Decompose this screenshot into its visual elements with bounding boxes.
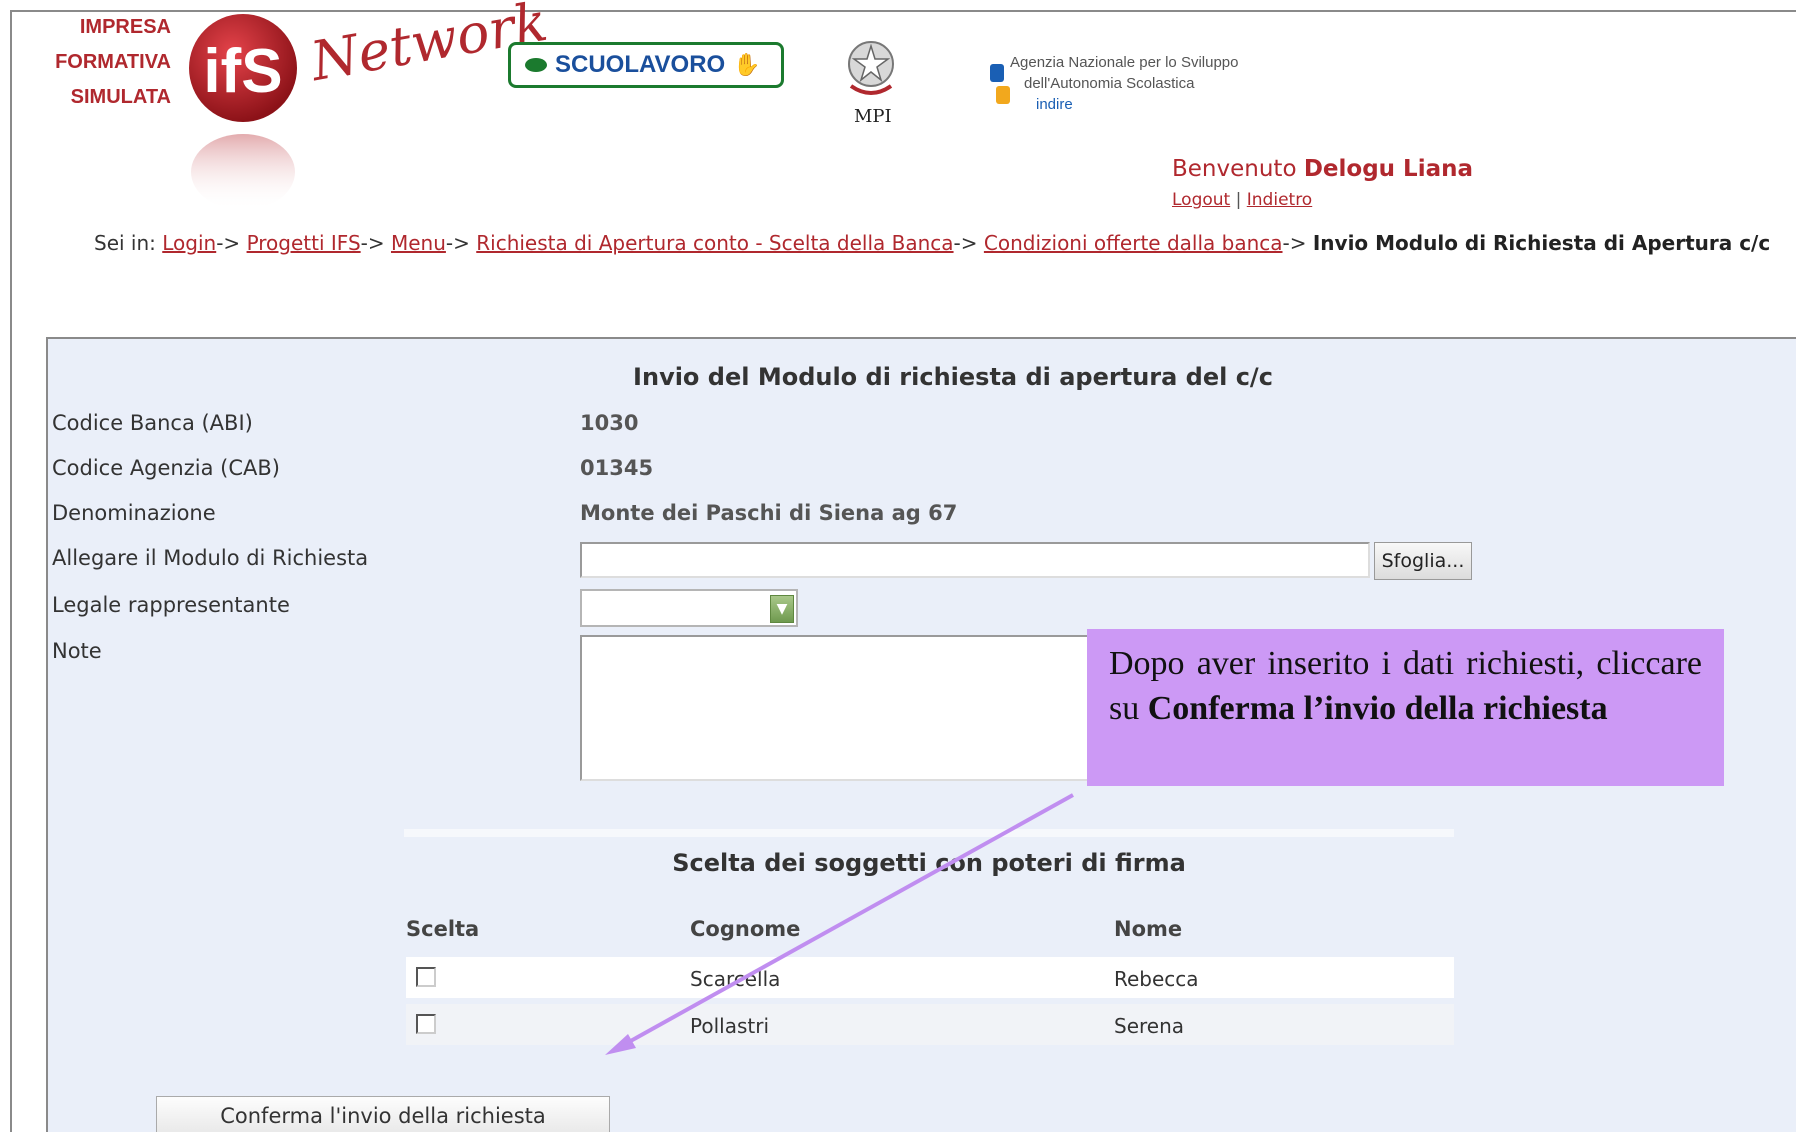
abi-value: 1030 (580, 411, 639, 435)
ifs-line: SIMULATA (70, 86, 171, 108)
indire-line: dell'Autonomia Scolastica (1024, 75, 1195, 92)
confirm-button[interactable]: Conferma l'invio della richiesta (156, 1096, 610, 1132)
ifs-logo-text: ifS (203, 37, 282, 106)
chevron-down-icon[interactable]: ▼ (770, 595, 794, 623)
legale-select[interactable]: ▼ (580, 589, 798, 627)
welcome-prefix: Benvenuto (1172, 156, 1297, 182)
browse-button[interactable]: Sfoglia... (1374, 542, 1472, 580)
ifs-wordmark: IMPRESA FORMATIVA SIMULATA (26, 10, 171, 115)
note-textarea[interactable] (580, 635, 1150, 781)
table-row: Scarcella Rebecca (406, 957, 1454, 1001)
callout-bold-text: Conferma l’invio della richiesta (1147, 690, 1608, 727)
denominazione-label: Denominazione (52, 501, 216, 525)
breadcrumb-current: Invio Modulo di Richiesta di Apertura c/… (1312, 231, 1771, 255)
breadcrumb-separator: -> (1282, 231, 1307, 255)
logout-link[interactable]: Logout (1172, 190, 1230, 210)
col-scelta: Scelta (406, 917, 480, 941)
breadcrumb-separator: -> (216, 231, 241, 255)
user-links: Logout | Indietro (1172, 190, 1312, 210)
signers-title: Scelta dei soggetti con poteri di firma (672, 849, 1186, 877)
cab-label: Codice Agenzia (CAB) (52, 456, 280, 480)
breadcrumb-scelta-banca[interactable]: Richiesta di Apertura conto - Scelta del… (476, 231, 953, 255)
indire-line: Agenzia Nazionale per lo Sviluppo (1010, 54, 1239, 71)
col-nome: Nome (1114, 917, 1183, 941)
welcome-text: Benvenuto Delogu Liana (1172, 156, 1473, 182)
scuolavoro-logo: SCUOLAVORO ✋ (508, 42, 784, 88)
form-title: Invio del Modulo di richiesta di apertur… (633, 363, 1273, 391)
nome-cell: Rebecca (1114, 967, 1199, 991)
link-separator: | (1235, 190, 1242, 210)
breadcrumb: Sei in: Login-> Progetti IFS-> Menu-> Ri… (94, 231, 1770, 255)
breadcrumb-separator: -> (360, 231, 385, 255)
scelta-checkbox[interactable] (416, 1014, 436, 1034)
abi-label: Codice Banca (ABI) (52, 411, 253, 435)
breadcrumb-progetti[interactable]: Progetti IFS (247, 231, 361, 255)
denominazione-value: Monte dei Paschi di Siena ag 67 (580, 501, 958, 525)
cognome-cell: Scarcella (690, 967, 781, 991)
ifs-line: FORMATIVA (55, 51, 171, 73)
instruction-callout: Dopo aver inserito i dati richiesti, cli… (1087, 629, 1724, 786)
breadcrumb-condizioni[interactable]: Condizioni offerte dalla banca (984, 231, 1283, 255)
ifs-logo: ifS (189, 14, 297, 210)
breadcrumb-separator: -> (445, 231, 470, 255)
breadcrumb-prefix: Sei in: (94, 231, 156, 255)
note-label: Note (52, 639, 102, 663)
breadcrumb-separator: -> (953, 231, 978, 255)
indire-line: indire (1036, 96, 1073, 113)
hand-icon: ✋ (733, 52, 761, 77)
ifs-line: IMPRESA (79, 16, 171, 38)
scelta-checkbox[interactable] (416, 967, 436, 987)
republic-emblem-icon (848, 41, 894, 95)
mpi-label: MPI (854, 106, 892, 127)
file-path-input[interactable] (580, 542, 1370, 578)
back-link[interactable]: Indietro (1247, 190, 1312, 210)
cognome-cell: Pollastri (690, 1014, 769, 1038)
section-divider (404, 829, 1454, 837)
table-row: Pollastri Serena (406, 1004, 1454, 1048)
scuolavoro-text: SCUOLAVORO (555, 51, 726, 78)
leaf-icon (525, 58, 547, 72)
nome-cell: Serena (1114, 1014, 1185, 1038)
indire-logo: Agenzia Nazionale per lo Sviluppo dell'A… (988, 52, 1268, 118)
breadcrumb-login[interactable]: Login (162, 231, 216, 255)
legale-label: Legale rappresentante (52, 593, 290, 617)
cab-value: 01345 (580, 456, 654, 480)
welcome-user: Delogu Liana (1303, 156, 1474, 182)
indire-mark-icon (990, 64, 1010, 104)
col-cognome: Cognome (690, 917, 801, 941)
breadcrumb-menu[interactable]: Menu (391, 231, 446, 255)
allegare-label: Allegare il Modulo di Richiesta (52, 546, 369, 570)
